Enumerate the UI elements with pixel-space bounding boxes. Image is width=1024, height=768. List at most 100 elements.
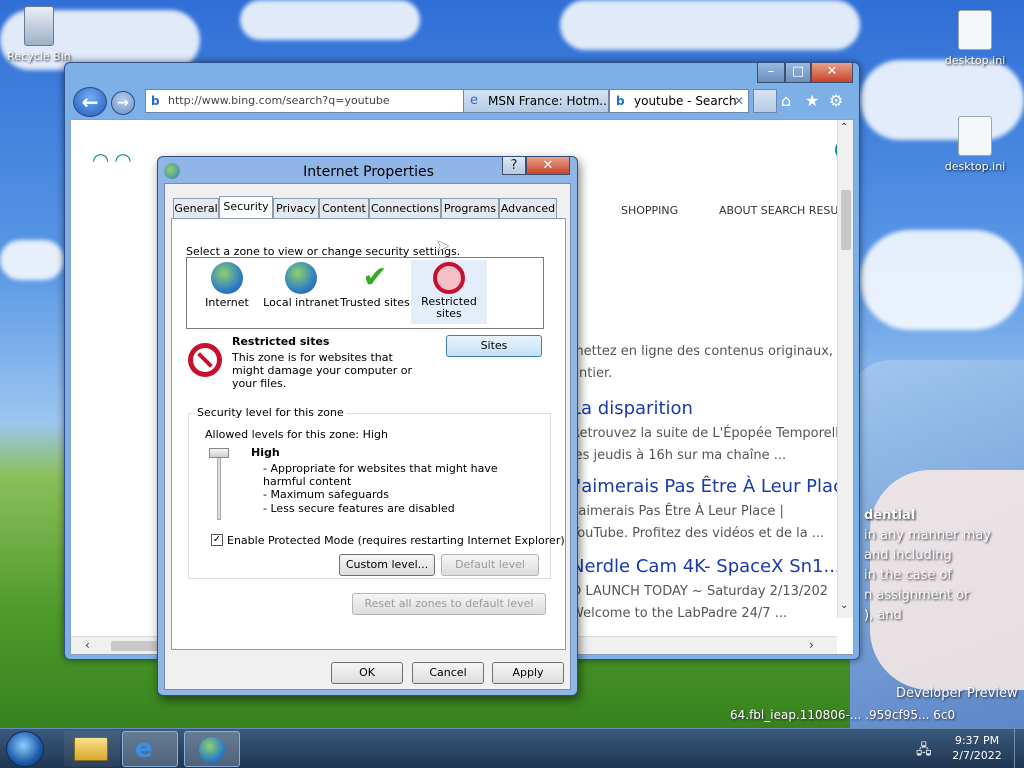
watermark-build: Developer Preview bbox=[896, 686, 1018, 701]
ie-favicon-icon: e bbox=[470, 93, 478, 108]
help-button[interactable]: ? bbox=[502, 157, 526, 175]
cloud bbox=[860, 230, 1024, 330]
zone-list[interactable]: Internet Local intranet ✔ Trusted sites … bbox=[186, 257, 544, 329]
close-button[interactable]: ✕ bbox=[526, 157, 570, 175]
tab-content[interactable]: Content bbox=[319, 198, 369, 218]
tools-gear-icon[interactable]: ⚙ bbox=[829, 91, 843, 110]
close-button[interactable]: ✕ bbox=[811, 63, 853, 83]
tab-advanced[interactable]: Advanced bbox=[499, 198, 557, 218]
clock[interactable]: 9:37 PM 2/7/2022 bbox=[944, 733, 1010, 763]
nav-about-search-results[interactable]: ABOUT SEARCH RESU bbox=[719, 204, 838, 217]
checkmark-icon: ✔ bbox=[362, 260, 388, 295]
tab-label: youtube - Search bbox=[634, 94, 737, 108]
cloud bbox=[560, 0, 860, 50]
home-icon[interactable]: ⌂ bbox=[781, 91, 791, 110]
tab-youtube-search[interactable]: b youtube - Search ✕ bbox=[609, 89, 749, 113]
sites-button[interactable]: Sites bbox=[446, 335, 542, 357]
allowed-levels: Allowed levels for this zone: High bbox=[205, 428, 388, 441]
zone-label: Restricted sites bbox=[421, 295, 477, 320]
result-title-link[interactable]: J'aimerais Pas Être À Leur Place bbox=[571, 476, 853, 497]
desktop-ini-file[interactable]: desktop.ini bbox=[940, 116, 1010, 173]
result-snippet: O LAUNCH TODAY ~ Saturday 2/13/202 bbox=[571, 584, 829, 599]
ok-button[interactable]: OK bbox=[331, 662, 403, 684]
globe-icon bbox=[211, 262, 243, 294]
taskbar-explorer[interactable] bbox=[64, 731, 120, 767]
result-snippet: YouTube. Profitez des vidéos et de la ..… bbox=[571, 526, 825, 541]
watermark-build-id: 64.fbl_ieap.110806-... .959cf95... 6c0 bbox=[730, 708, 956, 722]
watermark-line: n assignment or bbox=[864, 588, 970, 603]
default-level-button[interactable]: Default level bbox=[441, 554, 539, 576]
zone-label: Internet bbox=[205, 296, 249, 309]
folder-icon bbox=[74, 737, 108, 761]
security-level-group: Security level for this zone Allowed lev… bbox=[188, 406, 565, 579]
bing-favicon-icon: b bbox=[616, 94, 625, 108]
maximize-button[interactable]: □ bbox=[785, 63, 811, 83]
internet-properties-icon bbox=[199, 737, 225, 763]
taskbar-internet-properties[interactable] bbox=[184, 731, 240, 767]
scroll-left-icon[interactable]: ‹ bbox=[85, 638, 90, 652]
security-slider-thumb[interactable] bbox=[209, 448, 229, 458]
new-tab-button[interactable] bbox=[753, 89, 777, 113]
reset-all-zones-button[interactable]: Reset all zones to default level bbox=[352, 593, 546, 615]
minimize-button[interactable]: – bbox=[757, 63, 785, 83]
zone-restricted-sites[interactable]: Restricted sites bbox=[411, 260, 487, 324]
zone-trusted-sites[interactable]: ✔ Trusted sites bbox=[337, 260, 413, 310]
protected-mode-checkbox[interactable]: ✓ bbox=[211, 534, 223, 546]
vertical-scrollbar[interactable]: ⌃ ⌄ bbox=[837, 120, 853, 618]
scroll-right-icon[interactable]: › bbox=[809, 638, 814, 652]
favorites-star-icon[interactable]: ★ bbox=[805, 91, 819, 110]
clock-time: 9:37 PM bbox=[954, 734, 1000, 747]
zone-local-intranet[interactable]: Local intranet bbox=[263, 262, 339, 309]
clock-date: 2/7/2022 bbox=[952, 749, 1002, 762]
restricted-sites-icon bbox=[188, 343, 222, 377]
result-snippet: les jeudis à 16h sur ma chaîne ... bbox=[571, 448, 787, 463]
watermark-line: in the case of bbox=[864, 568, 952, 583]
tab-privacy[interactable]: Privacy bbox=[273, 198, 319, 218]
start-button[interactable] bbox=[6, 731, 44, 767]
zone-label: Trusted sites bbox=[340, 296, 410, 309]
network-icon[interactable]: 🖧 bbox=[916, 739, 932, 763]
tab-label: MSN France: Hotm... bbox=[488, 94, 609, 108]
result-snippet: mettez en ligne des contenus originaux, bbox=[571, 344, 834, 359]
custom-level-button[interactable]: Custom level... bbox=[339, 554, 435, 576]
tab-programs[interactable]: Programs bbox=[441, 198, 499, 218]
zone-internet[interactable]: Internet bbox=[189, 262, 265, 309]
internet-properties-dialog: Internet Properties ? ✕ General Security… bbox=[157, 156, 578, 696]
forward-button[interactable]: → bbox=[111, 91, 135, 115]
watermark-line: dential bbox=[864, 508, 916, 523]
bing-favicon-icon: b bbox=[151, 94, 160, 108]
recycle-bin-shortcut[interactable]: Recycle Bin bbox=[4, 6, 74, 63]
apply-button[interactable]: Apply bbox=[492, 662, 564, 684]
protected-mode-label: Enable Protected Mode (requires restarti… bbox=[227, 534, 565, 547]
scroll-up-icon[interactable]: ⌃ bbox=[840, 122, 848, 133]
tab-connections[interactable]: Connections bbox=[369, 198, 441, 218]
zone-heading: Restricted sites bbox=[232, 335, 330, 348]
desktop-ini-file[interactable]: desktop.ini bbox=[940, 10, 1010, 67]
taskbar: e 🖧 9:37 PM 2/7/2022 bbox=[0, 728, 1024, 768]
taskbar-internet-explorer[interactable]: e bbox=[122, 731, 178, 767]
mouse-cursor-icon: ➤ bbox=[436, 236, 450, 255]
security-slider-track[interactable] bbox=[217, 450, 221, 520]
tab-general[interactable]: General bbox=[173, 198, 219, 218]
watermark-line: in any manner may bbox=[864, 528, 991, 543]
restricted-slash bbox=[197, 352, 213, 368]
desktop-icon-label: Recycle Bin bbox=[7, 50, 71, 63]
scroll-down-icon[interactable]: ⌄ bbox=[840, 600, 848, 611]
tab-security[interactable]: Security bbox=[219, 196, 273, 218]
result-title-link[interactable]: La disparition bbox=[571, 398, 693, 419]
show-desktop-button[interactable] bbox=[1014, 729, 1024, 768]
group-legend: Security level for this zone bbox=[195, 406, 346, 419]
back-button[interactable]: ← bbox=[73, 87, 107, 117]
watermark-line: ), and bbox=[864, 608, 902, 623]
nav-shopping[interactable]: SHOPPING bbox=[621, 204, 678, 217]
level-point: - Maximum safeguards bbox=[263, 488, 390, 501]
restricted-icon bbox=[433, 262, 465, 294]
result-title-link[interactable]: Nerdle Cam 4K- SpaceX Sn1... bbox=[571, 556, 841, 577]
watermark: dential in any manner may and including … bbox=[864, 506, 1024, 626]
scrollbar-thumb[interactable] bbox=[841, 190, 851, 250]
intranet-icon bbox=[285, 262, 317, 294]
tab-msn[interactable]: e MSN France: Hotm... bbox=[463, 89, 609, 113]
settings-file-icon bbox=[958, 116, 992, 156]
close-tab-icon[interactable]: ✕ bbox=[734, 90, 744, 112]
cancel-button[interactable]: Cancel bbox=[412, 662, 484, 684]
